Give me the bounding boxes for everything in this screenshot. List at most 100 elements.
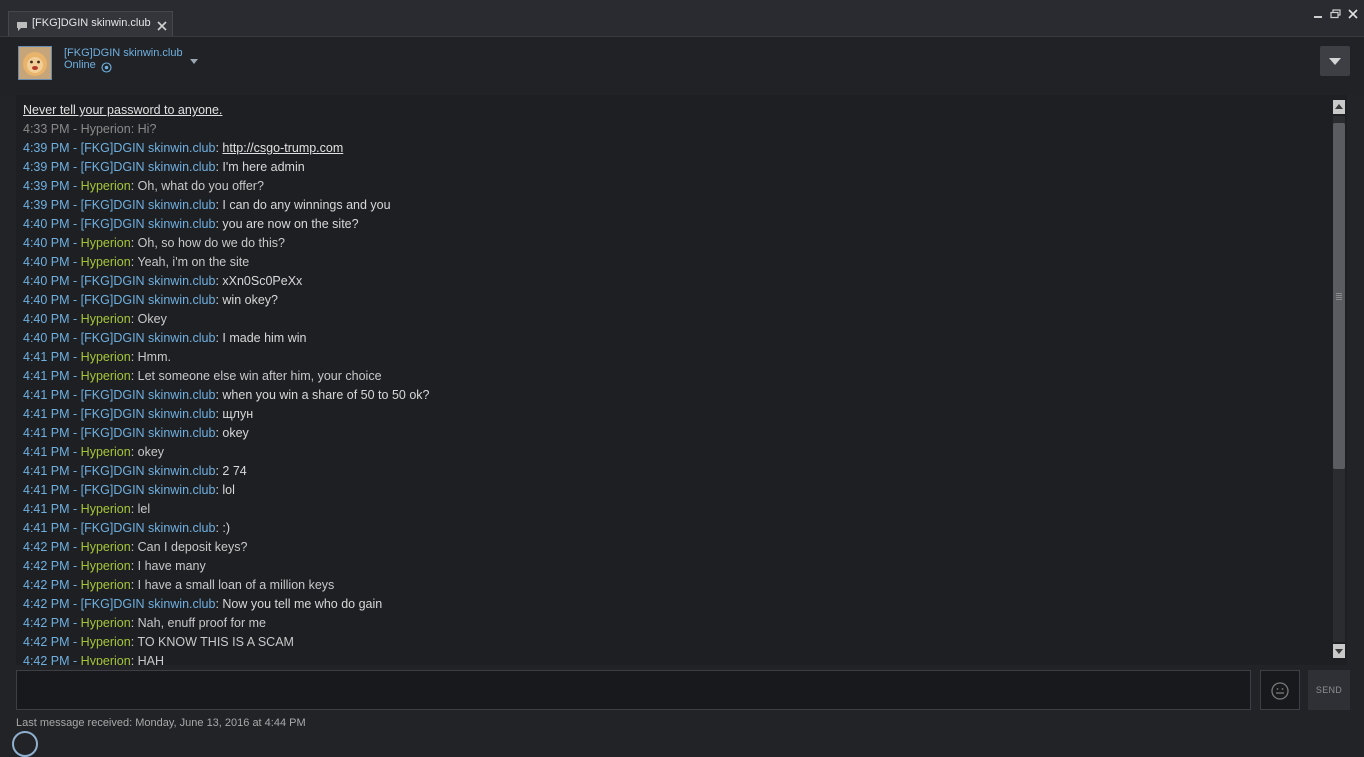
message-time: 4:41 PM bbox=[23, 350, 70, 364]
status-circle-icon bbox=[12, 731, 38, 757]
smiley-icon bbox=[1271, 682, 1289, 700]
web-status-icon bbox=[101, 60, 112, 78]
message-sender: Hyperion bbox=[80, 445, 131, 459]
chat-tab[interactable]: [FKG]DGIN skinwin.club bbox=[8, 11, 173, 36]
message-time: 4:40 PM bbox=[23, 312, 70, 326]
message-text: lel bbox=[137, 502, 151, 516]
chat-message: 4:39 PM - [FKG]DGIN skinwin.club: http:/… bbox=[23, 139, 1323, 158]
message-separator: - bbox=[69, 616, 81, 630]
message-input[interactable] bbox=[16, 670, 1251, 710]
chat-message: 4:41 PM - [FKG]DGIN skinwin.club: when y… bbox=[23, 386, 1323, 405]
message-colon: : bbox=[130, 445, 138, 459]
message-colon: : bbox=[130, 179, 138, 193]
message-colon: : bbox=[130, 312, 138, 326]
message-time: 4:42 PM bbox=[23, 597, 70, 611]
message-colon: : bbox=[130, 559, 138, 573]
message-text: I have a small loan of a million keys bbox=[137, 578, 335, 592]
message-text: щлун bbox=[222, 407, 254, 421]
message-separator: - bbox=[69, 255, 81, 269]
chat-message: 4:42 PM - Hyperion: Can I deposit keys? bbox=[23, 538, 1323, 557]
last-message-timestamp: Last message received: Monday, June 13, … bbox=[16, 717, 306, 729]
message-separator: - bbox=[69, 654, 81, 665]
send-button[interactable]: SEND bbox=[1308, 670, 1350, 710]
message-sender: [FKG]DGIN skinwin.club bbox=[80, 407, 216, 421]
message-text: you are now on the site? bbox=[222, 217, 359, 231]
message-separator: - bbox=[69, 407, 81, 421]
message-text: win okey? bbox=[222, 293, 278, 307]
security-warning: Never tell your password to anyone. bbox=[23, 103, 223, 117]
message-time: 4:41 PM bbox=[23, 483, 70, 497]
message-separator: - bbox=[69, 426, 81, 440]
chat-message: 4:40 PM - Hyperion: Yeah, i'm on the sit… bbox=[23, 253, 1323, 272]
close-tab-icon[interactable] bbox=[157, 18, 167, 36]
message-sender: [FKG]DGIN skinwin.club bbox=[80, 483, 216, 497]
message-text: Hmm. bbox=[137, 350, 171, 364]
message-time: 4:42 PM bbox=[23, 540, 70, 554]
message-sender: Hyperion bbox=[80, 350, 131, 364]
message-sender: [FKG]DGIN skinwin.club bbox=[80, 331, 216, 345]
message-sender: Hyperion bbox=[80, 312, 131, 326]
message-sender: Hyperion bbox=[80, 122, 131, 136]
scroll-track[interactable] bbox=[1333, 116, 1345, 642]
friend-status: Online bbox=[64, 59, 96, 71]
chat-message: 4:33 PM - Hyperion: Hi? bbox=[23, 120, 1323, 139]
message-text: HAH bbox=[137, 654, 165, 665]
chat-options-button[interactable] bbox=[1320, 46, 1350, 76]
chat-message: 4:39 PM - Hyperion: Oh, what do you offe… bbox=[23, 177, 1323, 196]
message-text: Nah, enuff proof for me bbox=[137, 616, 266, 630]
message-sender: [FKG]DGIN skinwin.club bbox=[80, 141, 216, 155]
message-sender: Hyperion bbox=[80, 502, 131, 516]
maximize-icon[interactable] bbox=[1330, 6, 1341, 24]
minimize-icon[interactable] bbox=[1313, 6, 1323, 24]
chat-message: 4:39 PM - [FKG]DGIN skinwin.club: I can … bbox=[23, 196, 1323, 215]
scroll-up-button[interactable] bbox=[1333, 100, 1345, 114]
message-sender: [FKG]DGIN skinwin.club bbox=[80, 217, 216, 231]
message-time: 4:42 PM bbox=[23, 654, 70, 665]
chat-message: 4:42 PM - Hyperion: HAH bbox=[23, 652, 1323, 665]
scroll-thumb[interactable] bbox=[1333, 123, 1345, 469]
chevron-down-icon[interactable] bbox=[190, 51, 198, 69]
message-sender: Hyperion bbox=[80, 236, 131, 250]
message-time: 4:40 PM bbox=[23, 331, 70, 345]
message-text: TO KNOW THIS IS A SCAM bbox=[137, 635, 294, 649]
message-time: 4:39 PM bbox=[23, 179, 70, 193]
message-text: xXn0Sc0PeXx bbox=[222, 274, 303, 288]
chat-scrollbar[interactable] bbox=[1333, 100, 1345, 662]
avatar[interactable] bbox=[18, 46, 52, 80]
message-colon: : bbox=[130, 369, 138, 383]
message-time: 4:39 PM bbox=[23, 160, 70, 174]
message-colon: : bbox=[130, 236, 138, 250]
message-time: 4:41 PM bbox=[23, 426, 70, 440]
scroll-down-button[interactable] bbox=[1333, 644, 1345, 658]
message-link[interactable]: http://csgo-trump.com bbox=[222, 141, 343, 155]
message-sender: Hyperion bbox=[80, 540, 131, 554]
message-text: I made him win bbox=[222, 331, 307, 345]
message-sender: Hyperion bbox=[80, 179, 131, 193]
chat-message: 4:39 PM - [FKG]DGIN skinwin.club: I'm he… bbox=[23, 158, 1323, 177]
message-sender: [FKG]DGIN skinwin.club bbox=[80, 426, 216, 440]
message-text: Let someone else win after him, your cho… bbox=[137, 369, 382, 383]
chat-bubble-icon bbox=[16, 19, 28, 37]
close-window-icon[interactable] bbox=[1348, 6, 1358, 24]
chat-message: 4:40 PM - [FKG]DGIN skinwin.club: xXn0Sc… bbox=[23, 272, 1323, 291]
message-sender: Hyperion bbox=[80, 616, 131, 630]
chat-message: 4:42 PM - [FKG]DGIN skinwin.club: Now yo… bbox=[23, 595, 1323, 614]
message-text: I have many bbox=[137, 559, 206, 573]
message-sender: Hyperion bbox=[80, 369, 131, 383]
chat-message: 4:41 PM - [FKG]DGIN skinwin.club: okey bbox=[23, 424, 1323, 443]
message-time: 4:41 PM bbox=[23, 445, 70, 459]
emoticon-button[interactable] bbox=[1260, 670, 1300, 710]
message-separator: - bbox=[69, 160, 81, 174]
message-text: when you win a share of 50 to 50 ok? bbox=[222, 388, 430, 402]
message-text: Oh, so how do we do this? bbox=[137, 236, 285, 250]
message-sender: [FKG]DGIN skinwin.club bbox=[80, 160, 216, 174]
chat-message: 4:42 PM - Hyperion: I have a small loan … bbox=[23, 576, 1323, 595]
message-time: 4:33 PM bbox=[23, 122, 70, 136]
friend-name[interactable]: [FKG]DGIN skinwin.club bbox=[64, 47, 183, 59]
message-sender: Hyperion bbox=[80, 255, 131, 269]
message-sender: [FKG]DGIN skinwin.club bbox=[80, 521, 216, 535]
message-time: 4:42 PM bbox=[23, 635, 70, 649]
message-time: 4:40 PM bbox=[23, 236, 70, 250]
message-separator: - bbox=[69, 141, 81, 155]
message-sender: Hyperion bbox=[80, 559, 131, 573]
